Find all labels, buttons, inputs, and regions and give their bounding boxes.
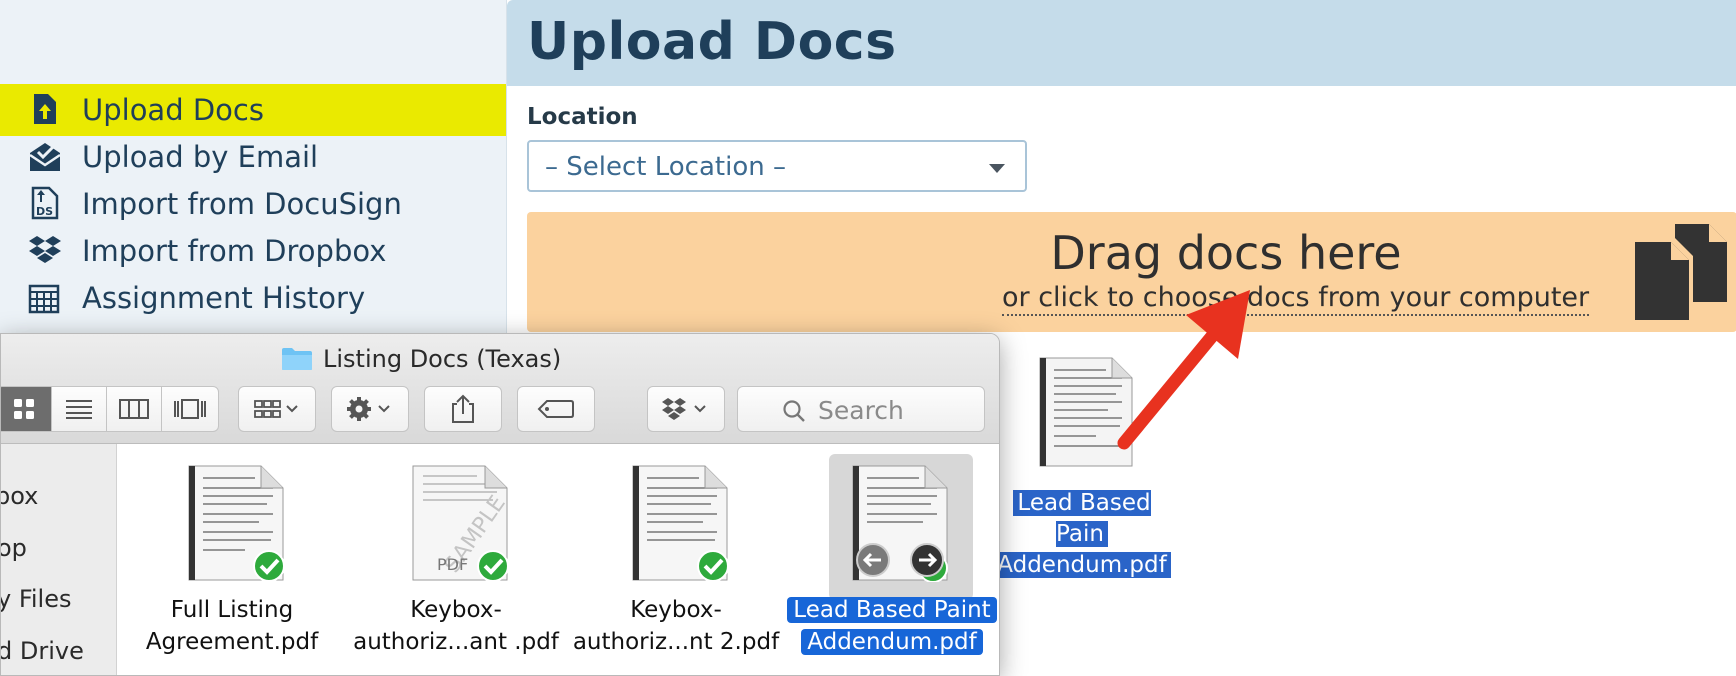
dragged-file-label: Lead Based Pain Addendum.pdf bbox=[986, 488, 1178, 581]
dropbox-menu-button[interactable] bbox=[647, 386, 725, 432]
arrange-grid-icon bbox=[254, 400, 298, 418]
pdf-thumbnail-icon bbox=[632, 465, 729, 582]
finder-title: Listing Docs (Texas) bbox=[281, 342, 561, 376]
pdf-thumbnail-icon bbox=[188, 465, 285, 582]
email-upload-icon bbox=[29, 143, 61, 171]
share-icon bbox=[452, 394, 474, 423]
documents-icon bbox=[1635, 224, 1727, 320]
list-view-button[interactable] bbox=[52, 387, 107, 431]
file-label: Keybox- authoriz...nt 2.pdf bbox=[572, 597, 780, 655]
caret-down-icon bbox=[989, 164, 1005, 173]
finder-sidebar: box op y Files d Drive bbox=[1, 444, 117, 675]
view-mode-switcher[interactable] bbox=[1, 386, 219, 432]
sidebar-item-label: Import from Dropbox bbox=[82, 234, 387, 268]
action-button[interactable] bbox=[331, 386, 409, 432]
location-select-value: – Select Location – bbox=[545, 152, 786, 182]
finder-sidebar-item[interactable]: box bbox=[1, 482, 38, 510]
gallery-view-button[interactable] bbox=[162, 387, 217, 431]
sidebar-item-import-dropbox[interactable]: Import from Dropbox bbox=[0, 225, 506, 277]
sidebar-item-assignment-history[interactable]: Assignment History bbox=[0, 272, 506, 324]
search-icon bbox=[783, 400, 805, 422]
pdf-badge: PDF bbox=[437, 555, 468, 574]
finder-window: Listing Docs (Texas) Search ox p y Files… bbox=[0, 333, 1000, 676]
location-label: Location bbox=[527, 104, 638, 130]
page-header: Upload Docs bbox=[507, 0, 1736, 86]
sidebar-item-label: Upload by Email bbox=[82, 140, 319, 174]
icon-view-button[interactable] bbox=[1, 387, 52, 431]
file-item-selected[interactable]: Lead Based Paint Addendum.pdf bbox=[787, 454, 997, 675]
list-icon bbox=[66, 400, 92, 419]
sidebar-item-label: Upload Docs bbox=[82, 93, 264, 127]
folder-icon bbox=[282, 348, 312, 370]
sidebar-item-label: Import from DocuSign bbox=[82, 187, 402, 221]
finder-title-text: Listing Docs (Texas) bbox=[323, 345, 562, 373]
sidebar-item-upload-docs[interactable]: Upload Docs bbox=[0, 84, 506, 136]
file-label: Lead Based Paint Addendum.pdf bbox=[787, 594, 997, 658]
page-title: Upload Docs bbox=[527, 12, 897, 72]
history-icon bbox=[28, 284, 60, 314]
drop-zone-title: Drag docs here bbox=[1050, 226, 1402, 280]
docusign-icon: DS bbox=[31, 186, 59, 220]
arrange-button[interactable] bbox=[238, 386, 316, 432]
grid-icon bbox=[14, 399, 34, 419]
dragged-file[interactable]: Lead Based Pain Addendum.pdf bbox=[986, 352, 1182, 578]
synced-check-icon bbox=[253, 550, 285, 582]
dropbox-icon bbox=[662, 398, 706, 420]
finder-sidebar-item[interactable]: y Files bbox=[1, 585, 72, 613]
search-input[interactable]: Search bbox=[737, 386, 985, 432]
upload-doc-icon bbox=[34, 94, 56, 124]
finder-toolbar: Listing Docs (Texas) Search bbox=[1, 334, 999, 444]
drop-zone[interactable]: Drag docs here or click to choose docs f… bbox=[527, 212, 1736, 332]
location-select[interactable]: – Select Location – bbox=[527, 140, 1027, 192]
finder-sidebar-item[interactable]: op bbox=[1, 534, 27, 562]
tags-button[interactable] bbox=[517, 386, 595, 432]
share-button[interactable] bbox=[424, 386, 502, 432]
synced-check-icon bbox=[697, 550, 729, 582]
column-view-button[interactable] bbox=[107, 387, 162, 431]
file-label: Keybox- authoriz...ant .pdf bbox=[353, 597, 559, 655]
synced-check-icon bbox=[477, 550, 509, 582]
svg-text:DS: DS bbox=[36, 205, 53, 218]
gallery-icon bbox=[173, 399, 206, 419]
file-item[interactable]: SAMPLE PDF Keybox- authoriz...ant .pdf bbox=[351, 454, 561, 675]
pdf-thumbnail-icon bbox=[1039, 357, 1133, 467]
dropbox-icon bbox=[29, 236, 61, 263]
file-label: Full Listing Agreement.pdf bbox=[145, 597, 319, 655]
finder-sidebar-item[interactable]: d Drive bbox=[1, 637, 84, 665]
gear-icon bbox=[347, 397, 390, 421]
tag-icon bbox=[537, 400, 574, 418]
pdf-thumbnail-icon: SAMPLE PDF bbox=[412, 465, 511, 582]
file-item[interactable]: Full Listing Agreement.pdf bbox=[127, 454, 337, 675]
columns-icon bbox=[119, 399, 149, 419]
sidebar-item-label: Assignment History bbox=[82, 281, 366, 315]
pdf-thumbnail-icon bbox=[852, 465, 948, 582]
sidebar-item-upload-by-email[interactable]: Upload by Email bbox=[0, 131, 506, 183]
file-item[interactable]: Keybox- authoriz...nt 2.pdf bbox=[571, 454, 781, 675]
search-placeholder: Search bbox=[818, 396, 904, 425]
choose-docs-link[interactable]: or click to choose docs from your comput… bbox=[1002, 282, 1590, 316]
sidebar-item-import-docusign[interactable]: DS Import from DocuSign bbox=[0, 178, 506, 230]
